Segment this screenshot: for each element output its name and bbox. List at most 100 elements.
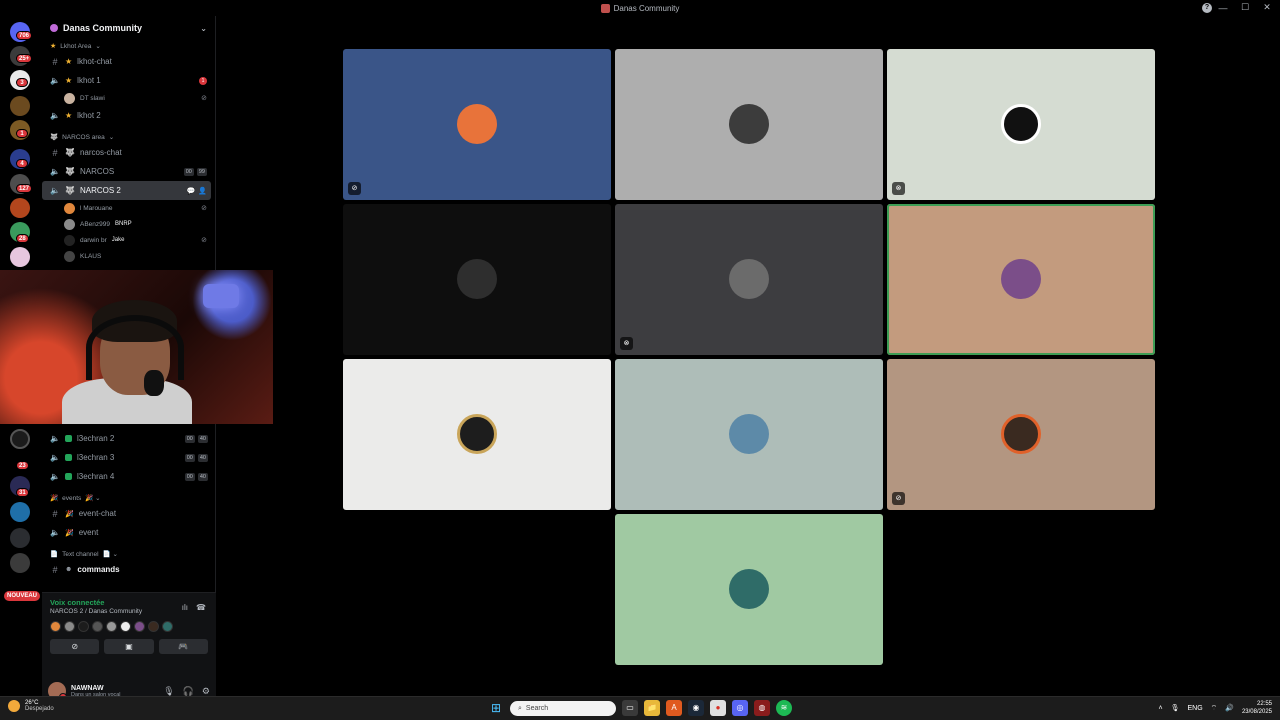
voice-channel-l3echran-4[interactable]: 🔈 l3echran 4 00 40 (42, 467, 212, 486)
window-title: Danas Community (600, 3, 679, 13)
avatar[interactable] (64, 621, 75, 632)
snowflake-server-icon[interactable] (10, 502, 30, 522)
chevron-down-icon[interactable]: ⌄ (200, 24, 207, 33)
weather-widget[interactable]: 26°C Despejado (8, 700, 54, 712)
avatar[interactable] (120, 621, 131, 632)
avatar (64, 218, 75, 230)
volume-icon[interactable]: 🔊 (1225, 704, 1234, 712)
voice-channel-narcos-2[interactable]: 🔈 🐺 NARCOS 2 💬 👤 (42, 181, 211, 200)
category-text-channel[interactable]: 📄 Text channel 📄 ⌄ (42, 548, 216, 560)
discord-icon[interactable]: ◎ (732, 700, 748, 716)
file-explorer-icon[interactable]: 📁 (644, 700, 660, 716)
server-badge: 25+ (16, 54, 33, 63)
participant-avatar (729, 569, 769, 609)
steam-icon[interactable]: ◉ (688, 700, 704, 716)
avatar[interactable] (78, 621, 89, 632)
avatar[interactable] (162, 621, 173, 632)
participant-tile[interactable]: ⊗ (615, 204, 883, 355)
voice-channel-event[interactable]: 🔈 🎉 event (42, 523, 212, 542)
server-header[interactable]: Danas Community ⌄ (42, 16, 215, 40)
voice-member[interactable]: darwin br Jake ⊘ (42, 232, 215, 248)
microphone-icon[interactable]: 🎙 (163, 686, 174, 697)
voice-channel-l3echran-3[interactable]: 🔈 l3echran 3 00 40 (42, 448, 212, 467)
participant-tile[interactable]: ⊘ (343, 49, 611, 200)
server-icon[interactable] (10, 198, 30, 218)
screen-share-button[interactable]: ▣ (104, 639, 154, 654)
close-icon[interactable]: ✕ (1262, 2, 1272, 13)
speaker-icon: 🔈 (50, 111, 60, 120)
soundwave-icon[interactable]: ılı (182, 603, 188, 612)
spotify-icon[interactable]: ≋ (776, 700, 792, 716)
avatar[interactable] (148, 621, 159, 632)
server-badge: 23 (16, 461, 29, 470)
participant-tile[interactable] (343, 204, 611, 355)
speaker-icon: 🔈 (50, 528, 60, 537)
headphones-icon[interactable]: 🎧 (183, 686, 194, 697)
wifi-icon[interactable]: ⌔ (1211, 704, 1218, 713)
member-tag: BNRP (115, 221, 132, 227)
channel-event-chat[interactable]: # 🎉 event-chat (42, 504, 212, 523)
speaker-icon: 🔈 (50, 453, 60, 462)
server-icon[interactable] (10, 96, 30, 116)
participant-tile[interactable]: ⊘ (887, 359, 1155, 510)
chrome-icon[interactable]: ● (710, 700, 726, 716)
voice-channel-l3echran-2[interactable]: 🔈 l3echran 2 00 40 (42, 429, 212, 448)
clock[interactable]: 22:55 23/08/2025 (1242, 700, 1272, 716)
category-narcos-area[interactable]: 🐺 NARCOS area ⌄ (42, 131, 215, 143)
server-badge: 28 (16, 234, 29, 243)
voice-channel-lkhot-2[interactable]: 🔈 ★ lkhot 2 (42, 106, 211, 125)
category-lkhot-area[interactable]: ★ Lkhot Area ⌄ (42, 40, 215, 52)
voice-member[interactable]: KLAUS (42, 248, 215, 264)
microphone-icon[interactable]: 🎙 (1171, 704, 1180, 712)
participant-tile-speaking[interactable] (887, 204, 1155, 355)
server-icon[interactable] (10, 247, 30, 267)
language-indicator[interactable]: ENG (1187, 705, 1202, 712)
windows-start-icon[interactable]: ⊞ (488, 700, 504, 716)
avatar[interactable] (50, 621, 61, 632)
participant-tile[interactable] (615, 49, 883, 200)
hashtag-icon: # (52, 56, 58, 67)
task-view-icon[interactable]: ▭ (622, 700, 638, 716)
participant-tile[interactable] (615, 359, 883, 510)
star-icon: ★ (65, 57, 73, 66)
server-icon[interactable] (10, 553, 30, 573)
voice-member[interactable]: DT slawi ⊘ (42, 90, 215, 106)
avatar[interactable] (134, 621, 145, 632)
participant-avatar (729, 414, 769, 454)
muted-icon: ⊘ (348, 182, 361, 195)
voice-member[interactable]: ABenz999 BNRP (42, 216, 215, 232)
voice-channel-narcos[interactable]: 🔈 🐺 NARCOS 00 99 (42, 162, 211, 181)
channel-commands[interactable]: # ☻ commands (42, 560, 212, 579)
microphone (144, 370, 164, 396)
app-icon[interactable]: A (666, 700, 682, 716)
taskbar-search[interactable]: ⌕ Search (510, 700, 616, 716)
minimize-icon[interactable]: — (1218, 3, 1228, 13)
maximize-icon[interactable]: ☐ (1240, 2, 1250, 13)
camera-off-button[interactable]: ⊘ (50, 639, 100, 654)
user-controls: 🎙 🎧 ⚙ (163, 686, 210, 697)
window-controls: — ☐ ✕ (1218, 2, 1272, 13)
participant-avatar (729, 259, 769, 299)
activity-button[interactable]: 🎮 (158, 639, 208, 654)
avatar[interactable] (92, 621, 103, 632)
avatar[interactable] (106, 621, 117, 632)
channel-narcos-chat[interactable]: # 🐺 narcos-chat (42, 143, 211, 162)
disconnect-icon[interactable]: ☎ (196, 603, 206, 612)
chevron-up-icon[interactable]: ˄ (1159, 705, 1163, 712)
server-icon[interactable] (10, 429, 30, 449)
participant-tile[interactable] (615, 514, 883, 665)
participant-tile[interactable] (343, 359, 611, 510)
voice-channel-lkhot-1[interactable]: 🔈 ★ lkhot 11 (42, 71, 211, 90)
category-events[interactable]: 🎉 events 🎉 ⌄ (42, 492, 216, 504)
app-icon[interactable]: ◍ (754, 700, 770, 716)
voice-member[interactable]: l Marouane ⊘ (42, 200, 215, 216)
muted-icon: ⊘ (892, 492, 905, 505)
gear-icon[interactable]: ⚙ (202, 686, 210, 697)
folder-icon[interactable] (10, 528, 30, 548)
star-icon: ★ (65, 76, 73, 85)
channel-lkhot-chat[interactable]: # ★ lkhot-chat (42, 52, 211, 71)
help-icon[interactable]: ? (1202, 3, 1212, 13)
participant-tile[interactable]: ⊗ (887, 49, 1155, 200)
speaker-icon: 🔈 (50, 472, 60, 481)
face-icon: ☻ (65, 566, 73, 573)
